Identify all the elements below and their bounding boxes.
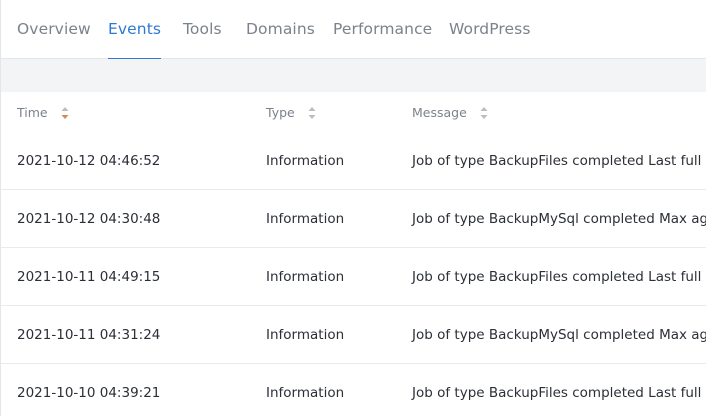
tab-bar: Overview Events Tools Domains Performanc… [1,0,706,60]
cell-type: Information [266,327,345,343]
toolbar-strip [1,59,706,92]
column-header-label: Message [412,105,467,120]
column-header-label: Type [266,105,295,120]
column-header-label: Time [17,105,48,120]
events-table: Time Type Message 2021-10-12 04:46:52 In… [1,92,706,416]
sort-icon[interactable] [480,106,488,120]
column-header-message[interactable]: Message [412,105,488,121]
cell-type: Information [266,153,345,169]
cell-type: Information [266,385,345,401]
cell-time: 2021-10-10 04:39:21 [17,385,161,401]
cell-time: 2021-10-11 04:49:15 [17,269,161,285]
cell-message: Job of type BackupFiles completed Last f… [412,269,706,285]
cell-time: 2021-10-11 04:31:24 [17,327,161,343]
cell-message: Job of type BackupMySql completed Max ag… [412,327,706,343]
table-header: Time Type Message [1,92,706,132]
tab-events[interactable]: Events [108,20,162,60]
cell-message: Job of type BackupFiles completed Last f… [412,385,706,401]
table-row[interactable]: 2021-10-11 04:49:15 Information Job of t… [1,248,706,306]
table-row[interactable]: 2021-10-12 04:46:52 Information Job of t… [1,132,706,190]
cell-message: Job of type BackupMySql completed Max ag… [412,211,706,227]
cell-type: Information [266,269,345,285]
events-page: Overview Events Tools Domains Performanc… [0,0,706,416]
sort-icon[interactable] [61,106,69,120]
tab-performance[interactable]: Performance [333,20,432,59]
cell-time: 2021-10-12 04:46:52 [17,153,161,169]
tab-overview[interactable]: Overview [17,20,91,59]
cell-message: Job of type BackupFiles completed Last f… [412,153,706,169]
table-row[interactable]: 2021-10-10 04:39:21 Information Job of t… [1,364,706,416]
column-header-time[interactable]: Time [17,105,69,121]
cell-time: 2021-10-12 04:30:48 [17,211,161,227]
sort-icon[interactable] [308,106,316,120]
column-header-type[interactable]: Type [266,105,316,121]
tab-wordpress[interactable]: WordPress [449,20,531,59]
tab-domains[interactable]: Domains [246,20,315,59]
table-row[interactable]: 2021-10-11 04:31:24 Information Job of t… [1,306,706,364]
table-row[interactable]: 2021-10-12 04:30:48 Information Job of t… [1,190,706,248]
cell-type: Information [266,211,345,227]
tab-tools[interactable]: Tools [183,20,222,59]
